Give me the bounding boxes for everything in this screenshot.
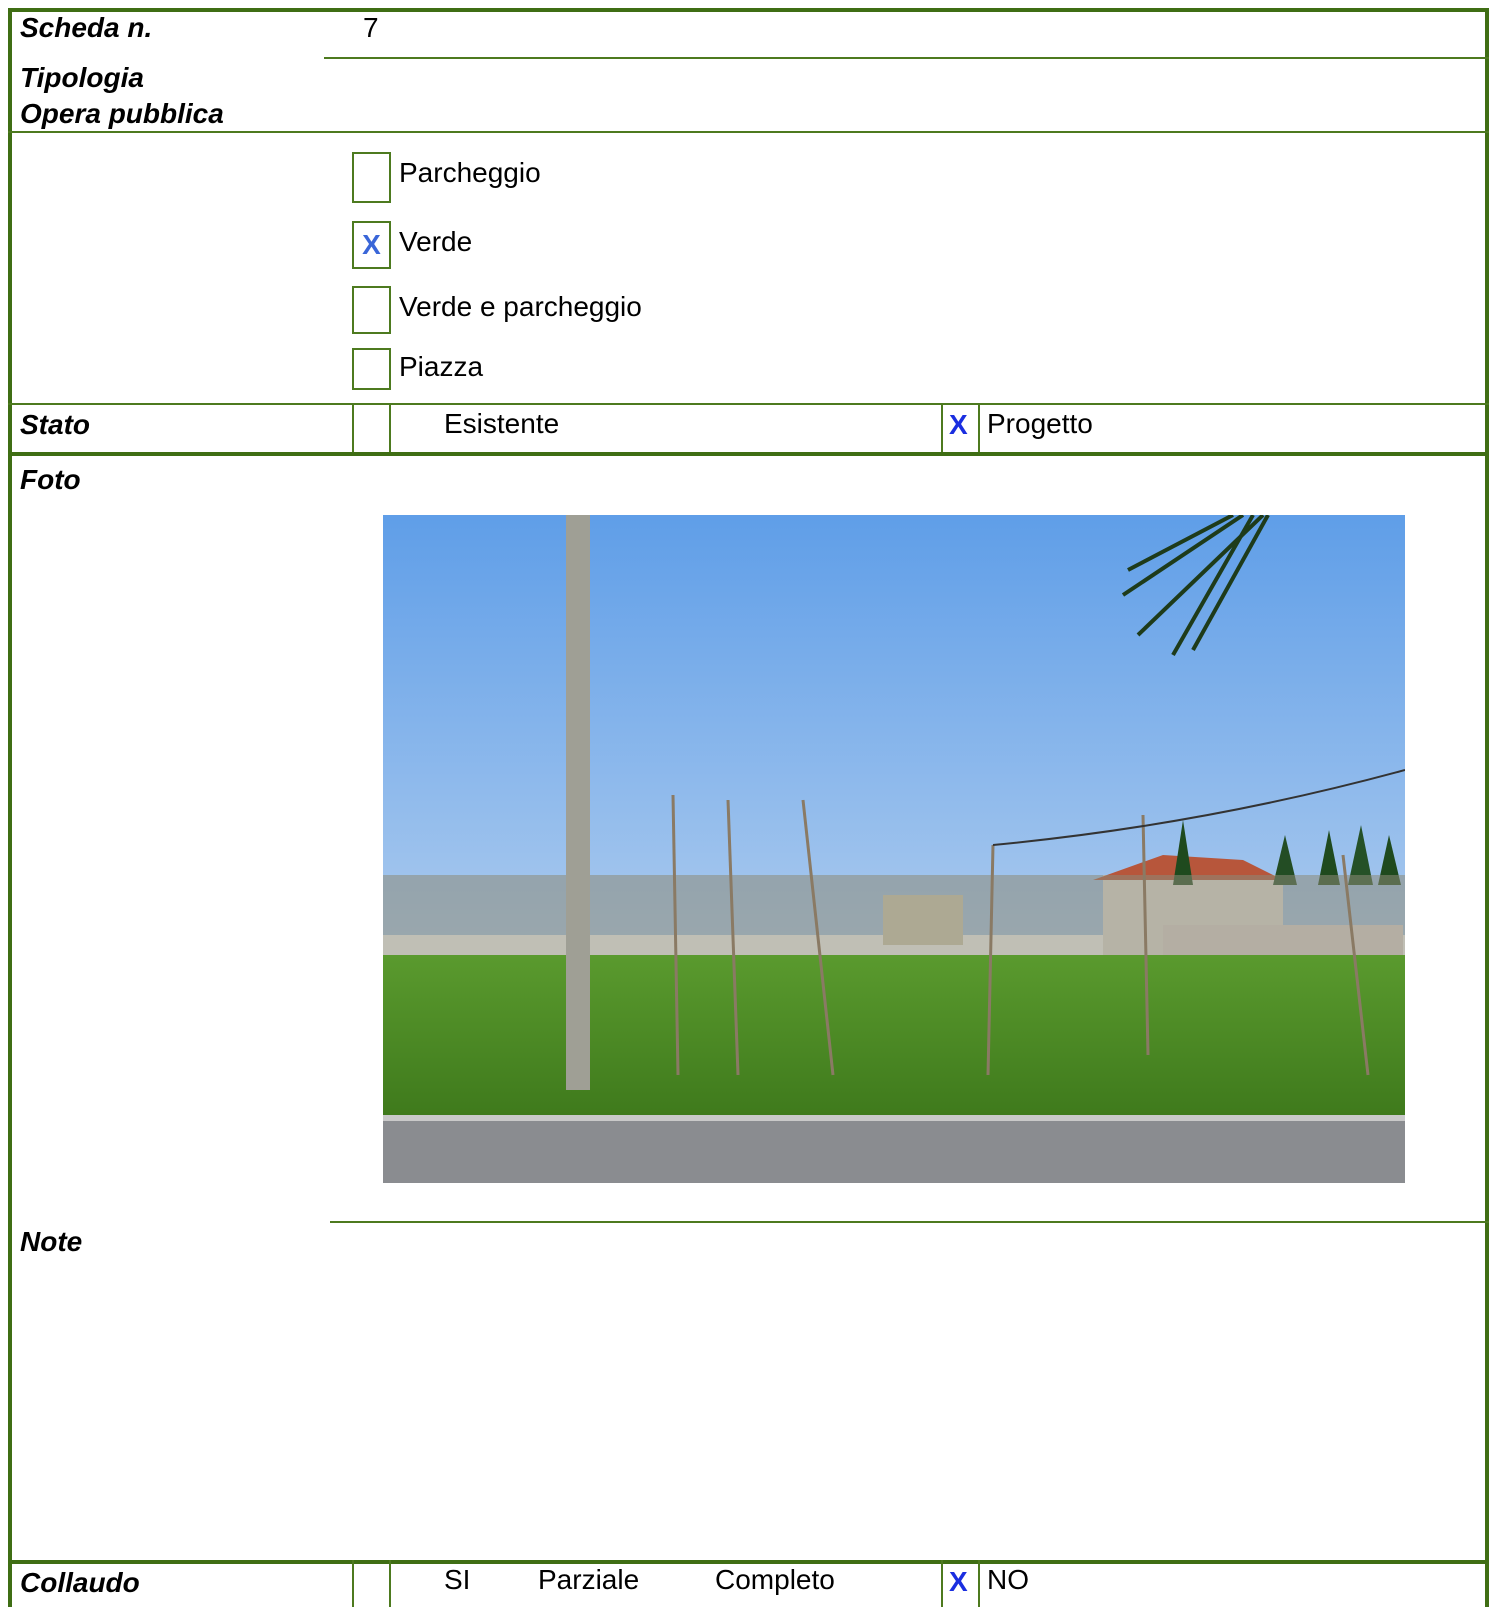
foto-label: Foto (20, 464, 81, 495)
collaudo-si-label: SI (444, 1564, 471, 1595)
option-verde-e-parcheggio-label: Verde e parcheggio (399, 291, 642, 322)
stato-esistente-label: Esistente (444, 408, 560, 439)
divider (324, 57, 352, 59)
option-parcheggio-label: Parcheggio (399, 157, 541, 188)
divider (8, 403, 1489, 405)
checkbox-piazza[interactable] (352, 348, 391, 390)
scheda-label: Scheda n. (20, 12, 153, 43)
collaudo-parziale-label: Parziale (538, 1564, 640, 1595)
divider (352, 1560, 354, 1607)
note-label: Note (20, 1226, 83, 1257)
divider (389, 403, 391, 453)
divider (941, 403, 943, 453)
stato-progetto-label: Progetto (987, 408, 1093, 439)
opera-pubblica-label: Opera pubblica (20, 98, 224, 129)
stato-label: Stato (20, 409, 90, 440)
scheda-number: 7 (363, 12, 379, 43)
divider (330, 1221, 1489, 1223)
site-photo-image (383, 515, 1405, 1183)
divider (352, 403, 354, 453)
divider (348, 57, 1489, 59)
checkbox-verde-e-parcheggio[interactable] (352, 286, 391, 334)
stato-progetto-check[interactable]: X (949, 408, 968, 442)
option-verde-label: Verde (399, 226, 473, 257)
tipologia-label: Tipologia (20, 62, 144, 93)
divider (978, 403, 980, 453)
option-piazza-label: Piazza (399, 351, 484, 382)
divider (389, 1560, 391, 1607)
divider (978, 1560, 980, 1607)
checkbox-parcheggio[interactable] (352, 152, 391, 203)
site-photo (383, 515, 1405, 1183)
checkbox-verde[interactable]: X (352, 221, 391, 269)
collaudo-label: Collaudo (20, 1567, 140, 1598)
divider (8, 452, 1489, 456)
divider (8, 131, 1489, 133)
collaudo-no-check[interactable]: X (949, 1565, 968, 1599)
collaudo-no-label: NO (987, 1564, 1029, 1595)
collaudo-completo-label: Completo (715, 1564, 835, 1595)
divider (941, 1560, 943, 1607)
note-text[interactable] (20, 1265, 1420, 1555)
